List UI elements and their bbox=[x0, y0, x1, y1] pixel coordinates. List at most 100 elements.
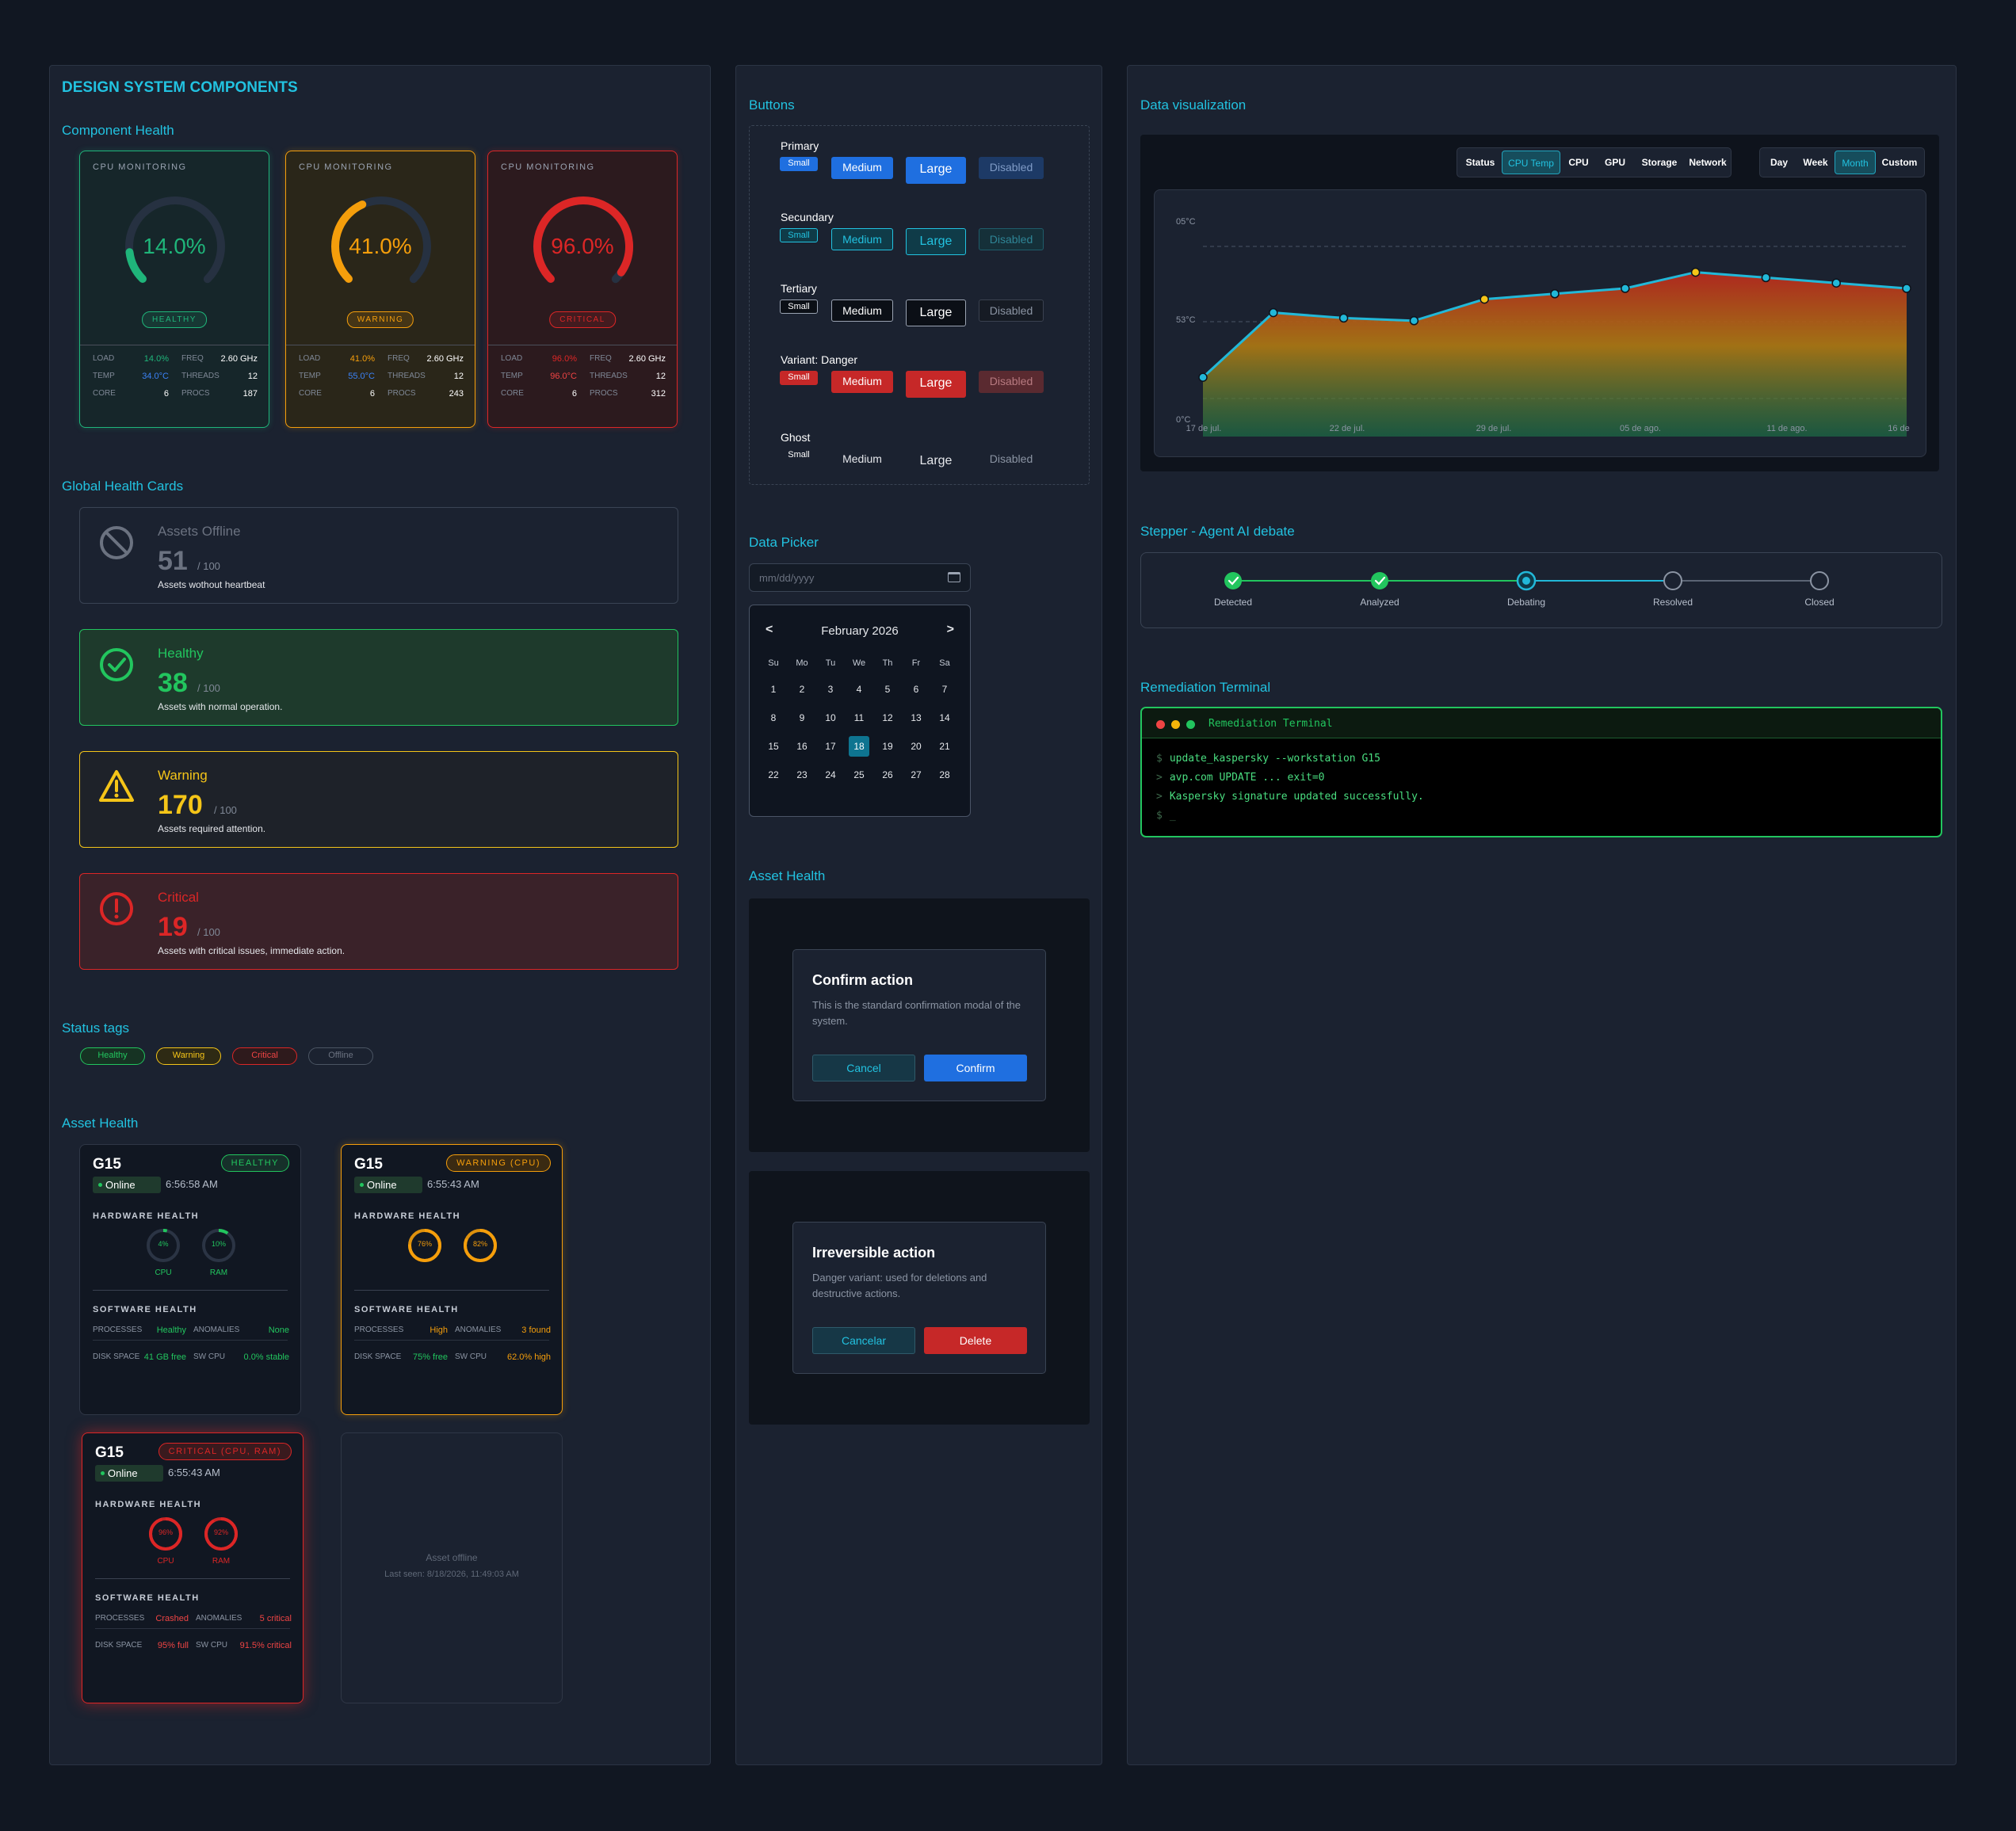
calendar-day[interactable]: 8 bbox=[759, 704, 788, 732]
calendar-day[interactable]: 23 bbox=[788, 761, 816, 789]
chart-point[interactable] bbox=[1198, 372, 1208, 382]
chart-point[interactable] bbox=[1831, 278, 1841, 288]
calendar-day[interactable]: 20 bbox=[902, 732, 930, 761]
step-label: Debating bbox=[1507, 597, 1545, 608]
danger-small-button[interactable]: Small bbox=[780, 371, 818, 385]
metric-tab-cpu-temp[interactable]: CPU Temp bbox=[1502, 151, 1560, 174]
calendar-day[interactable]: 17 bbox=[816, 732, 845, 761]
date-input[interactable]: mm/dd/yyyy bbox=[749, 563, 971, 592]
chart-point[interactable] bbox=[1902, 284, 1911, 293]
modal-confirm-button[interactable]: Confirm bbox=[924, 1055, 1027, 1081]
calendar-day[interactable]: 19 bbox=[873, 732, 902, 761]
range-tab-week[interactable]: Week bbox=[1796, 151, 1835, 174]
ghost-medium-button[interactable]: Medium bbox=[831, 448, 893, 471]
terminal-line: $ update_kaspersky --workstation G15 bbox=[1156, 753, 1380, 765]
chart-point[interactable] bbox=[1338, 313, 1349, 323]
step-debating[interactable] bbox=[1516, 570, 1537, 591]
cpu-stat-label-load: LOAD bbox=[93, 354, 115, 363]
calendar-day[interactable]: 14 bbox=[930, 704, 959, 732]
calendar-day[interactable]: 3 bbox=[816, 675, 845, 704]
calendar-day[interactable]: 6 bbox=[902, 675, 930, 704]
cpu-ring-value: 76% bbox=[417, 1240, 432, 1248]
calendar-day[interactable]: 27 bbox=[902, 761, 930, 789]
primary-small-button[interactable]: Small bbox=[780, 157, 818, 171]
calendar-day[interactable]: 13 bbox=[902, 704, 930, 732]
modal-title: Confirm action bbox=[812, 972, 914, 988]
primary-medium-button[interactable]: Medium bbox=[831, 157, 893, 179]
danger-medium-button[interactable]: Medium bbox=[831, 371, 893, 393]
calendar-day[interactable]: 24 bbox=[816, 761, 845, 789]
danger-large-button[interactable]: Large bbox=[906, 371, 966, 398]
range-tab-day[interactable]: Day bbox=[1762, 151, 1796, 174]
chart-point[interactable] bbox=[1621, 284, 1630, 293]
asset-card-offline: Asset offline Last seen: 8/18/2026, 11:4… bbox=[341, 1432, 563, 1703]
chart-point[interactable] bbox=[1409, 316, 1419, 326]
calendar-day[interactable]: 21 bbox=[930, 732, 959, 761]
ghost-large-button[interactable]: Large bbox=[906, 448, 966, 475]
calendar-day[interactable]: 25 bbox=[845, 761, 873, 789]
chart-point[interactable] bbox=[1480, 294, 1489, 304]
tertiary-large-button[interactable]: Large bbox=[906, 299, 966, 326]
calendar-day-number: 5 bbox=[884, 684, 891, 695]
calendar-day-number: 16 bbox=[796, 741, 808, 752]
calendar-icon[interactable] bbox=[948, 572, 960, 582]
metric-tab-cpu[interactable]: CPU bbox=[1560, 151, 1597, 174]
asset-card[interactable]: G15 HEALTHY Online 6:56:58 AM HARDWARE HEALT… bbox=[79, 1144, 301, 1415]
calendar-day[interactable]: 7 bbox=[930, 675, 959, 704]
calendar-day[interactable]: 11 bbox=[845, 704, 873, 732]
chart-point[interactable] bbox=[1690, 267, 1701, 277]
metric-tab-status[interactable]: Status bbox=[1459, 151, 1502, 174]
secondary-small-button[interactable]: Small bbox=[780, 228, 818, 242]
step-resolved[interactable] bbox=[1663, 571, 1682, 590]
cpu-stat-label-load: LOAD bbox=[299, 354, 321, 363]
chart-point[interactable] bbox=[1550, 289, 1560, 299]
calendar-day[interactable]: 28 bbox=[930, 761, 959, 789]
calendar-day-number: 20 bbox=[911, 741, 922, 752]
asset-card[interactable]: G15 WARNING (CPU) Online 6:55:43 AM HARDWARE… bbox=[341, 1144, 563, 1415]
asset-card[interactable]: G15 CRITICAL (CPU, RAM) Online 6:55:43 AM HA… bbox=[82, 1432, 304, 1703]
calendar-day[interactable]: 12 bbox=[873, 704, 902, 732]
secondary-medium-button[interactable]: Medium bbox=[831, 228, 893, 250]
calendar-day[interactable]: 16 bbox=[788, 732, 816, 761]
calendar-day[interactable]: 10 bbox=[816, 704, 845, 732]
modal-danger: Irreversible action Danger variant: used … bbox=[792, 1222, 1046, 1374]
calendar-day[interactable]: 1 bbox=[759, 675, 788, 704]
step-analyzed[interactable] bbox=[1371, 572, 1388, 589]
tertiary-medium-button[interactable]: Medium bbox=[831, 299, 893, 322]
calendar-day[interactable]: 18 bbox=[845, 732, 873, 761]
calendar-day[interactable]: 4 bbox=[845, 675, 873, 704]
chart-point[interactable] bbox=[1761, 273, 1771, 283]
tertiary-small-button[interactable]: Small bbox=[780, 299, 818, 314]
section-buttons: Buttons bbox=[749, 97, 795, 113]
metric-tab-gpu[interactable]: GPU bbox=[1597, 151, 1633, 174]
terminal-minimize-dot[interactable] bbox=[1171, 720, 1180, 729]
modal-cancel-button[interactable]: Cancel bbox=[812, 1055, 915, 1081]
calendar-day[interactable]: 5 bbox=[873, 675, 902, 704]
calendar-day[interactable]: 26 bbox=[873, 761, 902, 789]
asset-value-swcpu: 0.0% stable bbox=[243, 1352, 289, 1362]
calendar-next-button[interactable]: > bbox=[947, 623, 954, 637]
range-tab-month[interactable]: Month bbox=[1835, 151, 1876, 174]
global-card-total: / 100 bbox=[214, 804, 237, 816]
calendar-day-number: 3 bbox=[827, 684, 834, 695]
secondary-large-button[interactable]: Large bbox=[906, 228, 966, 255]
range-tab-custom[interactable]: Custom bbox=[1876, 151, 1923, 174]
tertiary-disabled-button: Disabled bbox=[979, 299, 1044, 322]
modal-delete-button[interactable]: Delete bbox=[924, 1327, 1027, 1354]
calendar-day[interactable]: 9 bbox=[788, 704, 816, 732]
terminal-close-dot[interactable] bbox=[1156, 720, 1165, 729]
chart-point[interactable] bbox=[1269, 307, 1278, 318]
cpu-gauge-value: 41.0% bbox=[349, 234, 412, 258]
primary-large-button[interactable]: Large bbox=[906, 157, 966, 184]
ghost-small-button[interactable]: Small bbox=[780, 448, 818, 463]
calendar-day[interactable]: 2 bbox=[788, 675, 816, 704]
metric-tab-storage[interactable]: Storage bbox=[1633, 151, 1686, 174]
calendar-day-number: 2 bbox=[799, 684, 805, 695]
calendar-day[interactable]: 15 bbox=[759, 732, 788, 761]
calendar-day[interactable]: 22 bbox=[759, 761, 788, 789]
step-closed[interactable] bbox=[1810, 571, 1829, 590]
terminal-maximize-dot[interactable] bbox=[1186, 720, 1195, 729]
metric-tab-network[interactable]: Network bbox=[1686, 151, 1730, 174]
modal-cancel-button[interactable]: Cancelar bbox=[812, 1327, 915, 1354]
step-detected[interactable] bbox=[1224, 572, 1242, 589]
